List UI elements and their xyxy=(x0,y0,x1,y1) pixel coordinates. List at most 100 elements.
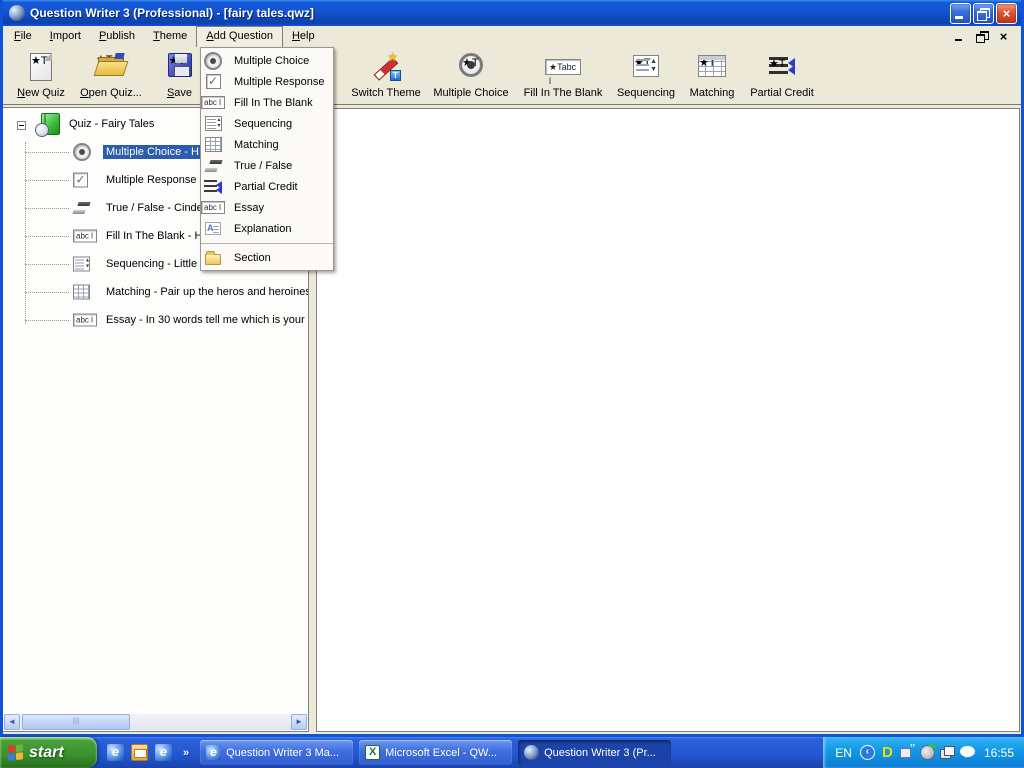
language-indicator[interactable]: EN xyxy=(835,746,852,760)
scrollbar-thumb[interactable] xyxy=(22,714,130,730)
taskbar-window-icon xyxy=(524,745,539,760)
quick-launch-overflow-chevron[interactable]: » xyxy=(183,747,189,759)
cd-player-icon[interactable] xyxy=(920,745,935,760)
menu-bar-item[interactable]: Publish xyxy=(90,26,144,47)
mdi-close-button[interactable]: × xyxy=(996,30,1011,44)
menu-item-label: Sequencing xyxy=(234,118,292,130)
tree-item-icon xyxy=(73,201,90,215)
menu-item-icon xyxy=(205,222,221,235)
toolbar-button[interactable]: ★T Open Quiz... xyxy=(75,50,147,102)
system-tray: EN 16:55 xyxy=(823,737,1024,768)
add-question-menu-item[interactable]: Fill In The Blank xyxy=(201,92,333,113)
toolbar-button[interactable]: ★T Multiple Choice xyxy=(427,50,515,102)
scroll-left-arrow[interactable]: ◄ xyxy=(4,714,20,730)
tree-item-label[interactable]: Multiple Choice - H xyxy=(103,145,202,159)
toolbar-button-label: Save xyxy=(167,87,192,99)
menu-bar-item[interactable]: File xyxy=(5,26,41,47)
close-button[interactable]: × xyxy=(996,3,1017,24)
toolbar: ★T New Quiz ★T Open Quiz... ★T Save ★T S… xyxy=(3,47,1021,105)
tree-item-label[interactable]: Essay - In 30 words tell me which is you… xyxy=(103,313,309,327)
tree-item-label[interactable]: Fill In The Blank - H xyxy=(103,229,205,243)
quick-launch-bar: » xyxy=(97,744,197,761)
mdi-minimize-button[interactable] xyxy=(952,30,967,44)
toolbar-button[interactable]: ★T Save xyxy=(152,50,207,102)
hide-icons-chevron-icon[interactable] xyxy=(860,745,875,760)
add-question-menu-item[interactable]: Multiple Choice xyxy=(201,50,333,71)
horizontal-scrollbar[interactable]: ◄ ► xyxy=(4,714,307,730)
menu-item-icon xyxy=(201,96,225,109)
restore-button[interactable] xyxy=(973,3,994,24)
taskbar-window-button[interactable]: Microsoft Excel - QW... xyxy=(359,740,512,765)
add-question-menu-item[interactable]: True / False xyxy=(201,155,333,176)
add-question-menu-item[interactable]: Matching xyxy=(201,134,333,155)
toolbar-button-label: New Quiz xyxy=(17,87,65,99)
add-question-menu-item[interactable]: Explanation xyxy=(201,218,333,239)
add-question-menu-item[interactable]: Sequencing xyxy=(201,113,333,134)
taskbar-window-label: Question Writer 3 (Pr... xyxy=(544,747,665,759)
taskbar-window-label: Microsoft Excel - QW... xyxy=(385,747,506,759)
add-question-menu-item[interactable]: Multiple Response xyxy=(201,71,333,92)
tree-item-row[interactable]: Matching - Pair up the heros and heroine… xyxy=(3,278,308,306)
title-bar[interactable]: Question Writer 3 (Professional) - [fair… xyxy=(3,0,1021,26)
toolbar-button[interactable]: ★T Partial Credit xyxy=(743,50,821,102)
start-button-label: start xyxy=(29,744,64,762)
add-question-menu-item[interactable]: Essay xyxy=(201,197,333,218)
toolbar-button[interactable]: ★T Sequencing xyxy=(611,50,681,102)
menu-item-label: Multiple Response xyxy=(234,76,325,88)
mdi-restore-button[interactable] xyxy=(974,30,989,44)
tree-item-label[interactable]: True / False - Cinde xyxy=(103,201,206,215)
taskbar-window-button[interactable]: Question Writer 3 Ma... xyxy=(200,740,353,765)
menu-bar-item[interactable]: Import xyxy=(41,26,90,47)
menu-item-label: Fill In The Blank xyxy=(234,97,313,109)
toolbar-button[interactable]: ★T Fill In The Blank xyxy=(515,50,611,102)
messenger-balloon-icon[interactable] xyxy=(960,746,975,757)
toolbar-button-label: Open Quiz... xyxy=(80,87,142,99)
taskbar: start » Question Writer 3 Ma... Microsof… xyxy=(0,737,1024,768)
tree-item-icon xyxy=(73,143,91,161)
menu-item-icon xyxy=(205,159,222,173)
toolbar-button-label: Sequencing xyxy=(617,87,675,99)
tree-item-icon xyxy=(73,230,97,243)
outlook-express-icon[interactable] xyxy=(131,744,148,761)
tree-collapse-toggle[interactable] xyxy=(17,121,26,130)
network-connections-icon[interactable] xyxy=(940,745,955,760)
internet-explorer-icon-2[interactable] xyxy=(155,744,172,761)
wireless-signal-icon[interactable] xyxy=(900,745,915,760)
app-icon xyxy=(9,5,25,21)
menu-bar: File Import Publish Theme Add Question H… xyxy=(3,26,1021,47)
internet-explorer-icon[interactable] xyxy=(107,744,124,761)
menu-bar-item[interactable]: Help xyxy=(283,26,324,47)
add-question-menu-item[interactable]: Section xyxy=(201,243,333,268)
toolbar-button[interactable]: ★T New Quiz xyxy=(10,50,72,102)
windows-flag-icon xyxy=(8,744,24,762)
d-program-tray-icon[interactable] xyxy=(880,745,895,760)
tree-item-icon xyxy=(73,285,90,300)
menu-item-icon xyxy=(206,74,221,89)
tree-item-label[interactable]: Multiple Response xyxy=(103,173,200,187)
menu-item-icon xyxy=(205,137,222,152)
menu-item-label: Explanation xyxy=(234,223,292,235)
window-title: Question Writer 3 (Professional) - [fair… xyxy=(30,6,950,20)
toolbar-button-label: Multiple Choice xyxy=(433,87,508,99)
scroll-right-arrow[interactable]: ► xyxy=(291,714,307,730)
tree-item-row[interactable]: Essay - In 30 words tell me which is you… xyxy=(3,306,308,334)
menu-item-label: Partial Credit xyxy=(234,181,298,193)
toolbar-button[interactable]: ★T Matching xyxy=(683,50,741,102)
menu-bar-item[interactable]: Theme xyxy=(144,26,196,47)
menu-bar-item[interactable]: Add Question xyxy=(196,26,283,47)
main-area: Quiz - Fairy Tales Multiple Choice - H M… xyxy=(3,106,1021,734)
minimize-button[interactable] xyxy=(950,3,971,24)
start-button[interactable]: start xyxy=(0,737,97,768)
add-question-menu-item[interactable]: Partial Credit xyxy=(201,176,333,197)
tree-item-label[interactable]: Matching - Pair up the heros and heroine… xyxy=(103,285,309,299)
toolbar-button[interactable]: ★T Switch Theme xyxy=(345,50,427,102)
toolbar-button-icon: ★T xyxy=(633,55,659,77)
menu-item-label: Multiple Choice xyxy=(234,55,309,67)
toolbar-button-icon: ★T xyxy=(168,53,192,77)
toolbar-button-icon: ★T xyxy=(371,53,401,81)
menu-item-icon xyxy=(204,52,222,70)
menu-item-label: Essay xyxy=(234,202,264,214)
toolbar-button-label: Switch Theme xyxy=(351,87,421,99)
taskbar-window-button[interactable]: Question Writer 3 (Pr... xyxy=(518,740,671,765)
taskbar-window-icon xyxy=(206,745,221,760)
